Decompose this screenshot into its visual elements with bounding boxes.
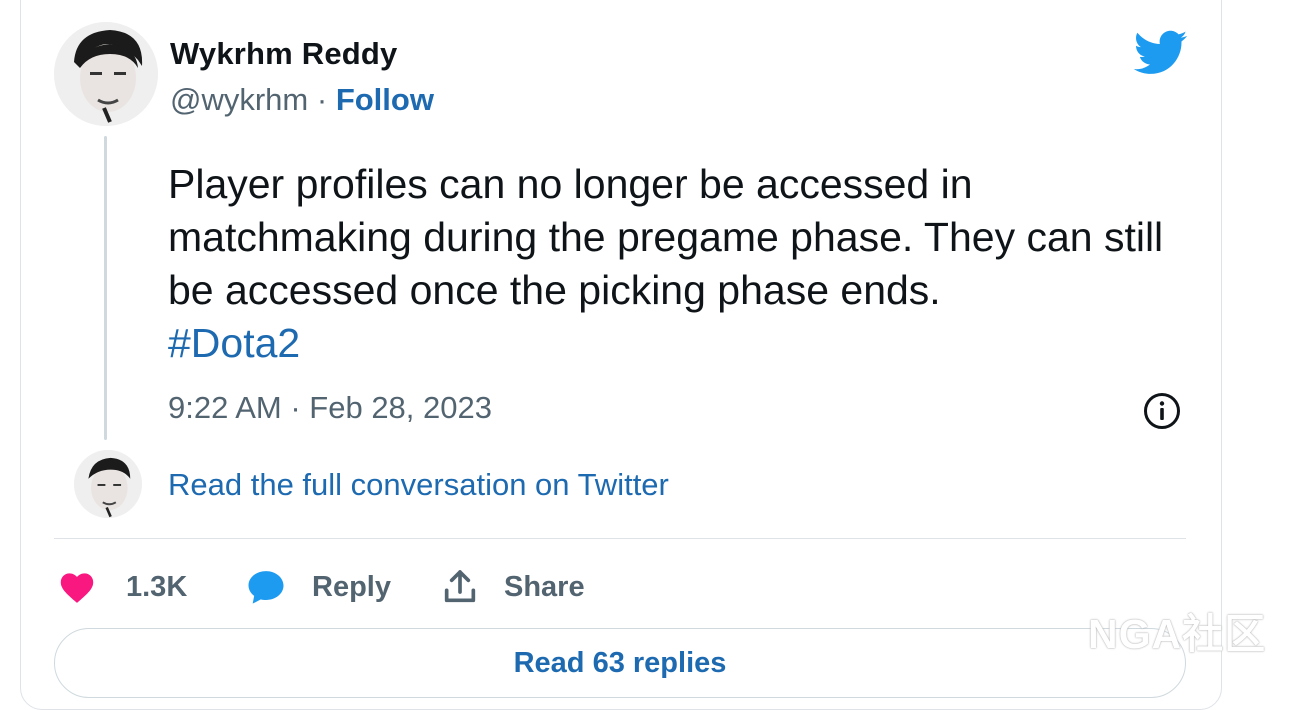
reply-label: Reply — [312, 570, 391, 603]
hashtag-link[interactable]: #Dota2 — [168, 317, 300, 370]
heart-icon — [60, 573, 94, 603]
author-handle[interactable]: @wykrhm — [170, 82, 308, 117]
conversation-avatar[interactable] — [74, 450, 142, 518]
share-label: Share — [504, 570, 585, 603]
author-name[interactable]: Wykrhm Reddy — [170, 36, 398, 72]
author-avatar[interactable] — [54, 22, 158, 126]
watermark: NGA社区 — [1088, 611, 1267, 657]
reply-button[interactable]: Reply — [246, 565, 391, 609]
share-button[interactable]: Share — [440, 565, 585, 609]
tweet-timestamp[interactable]: 9:22 AM · Feb 28, 2023 — [168, 390, 492, 426]
divider — [54, 538, 1186, 539]
like-count: 1.3K — [126, 570, 188, 603]
read-full-conversation-link[interactable]: Read the full conversation on Twitter — [168, 467, 669, 503]
thread-line — [104, 136, 107, 440]
twitter-bird-icon[interactable] — [1134, 30, 1188, 76]
follow-button[interactable]: Follow — [336, 82, 434, 117]
info-icon[interactable] — [1143, 392, 1181, 430]
tweet-text: Player profiles can no longer be accesse… — [168, 158, 1178, 370]
share-arrow-icon — [444, 570, 476, 603]
speech-bubble-icon — [248, 571, 284, 604]
tweet-text-content: Player profiles can no longer be accesse… — [168, 161, 1164, 313]
read-replies-label: Read 63 replies — [513, 647, 727, 679]
handle-separator: · — [308, 82, 336, 117]
like-button[interactable]: 1.3K — [58, 565, 187, 609]
author-handle-row: @wykrhm · Follow — [170, 82, 434, 118]
read-replies-button[interactable]: Read 63 replies — [54, 628, 1186, 698]
